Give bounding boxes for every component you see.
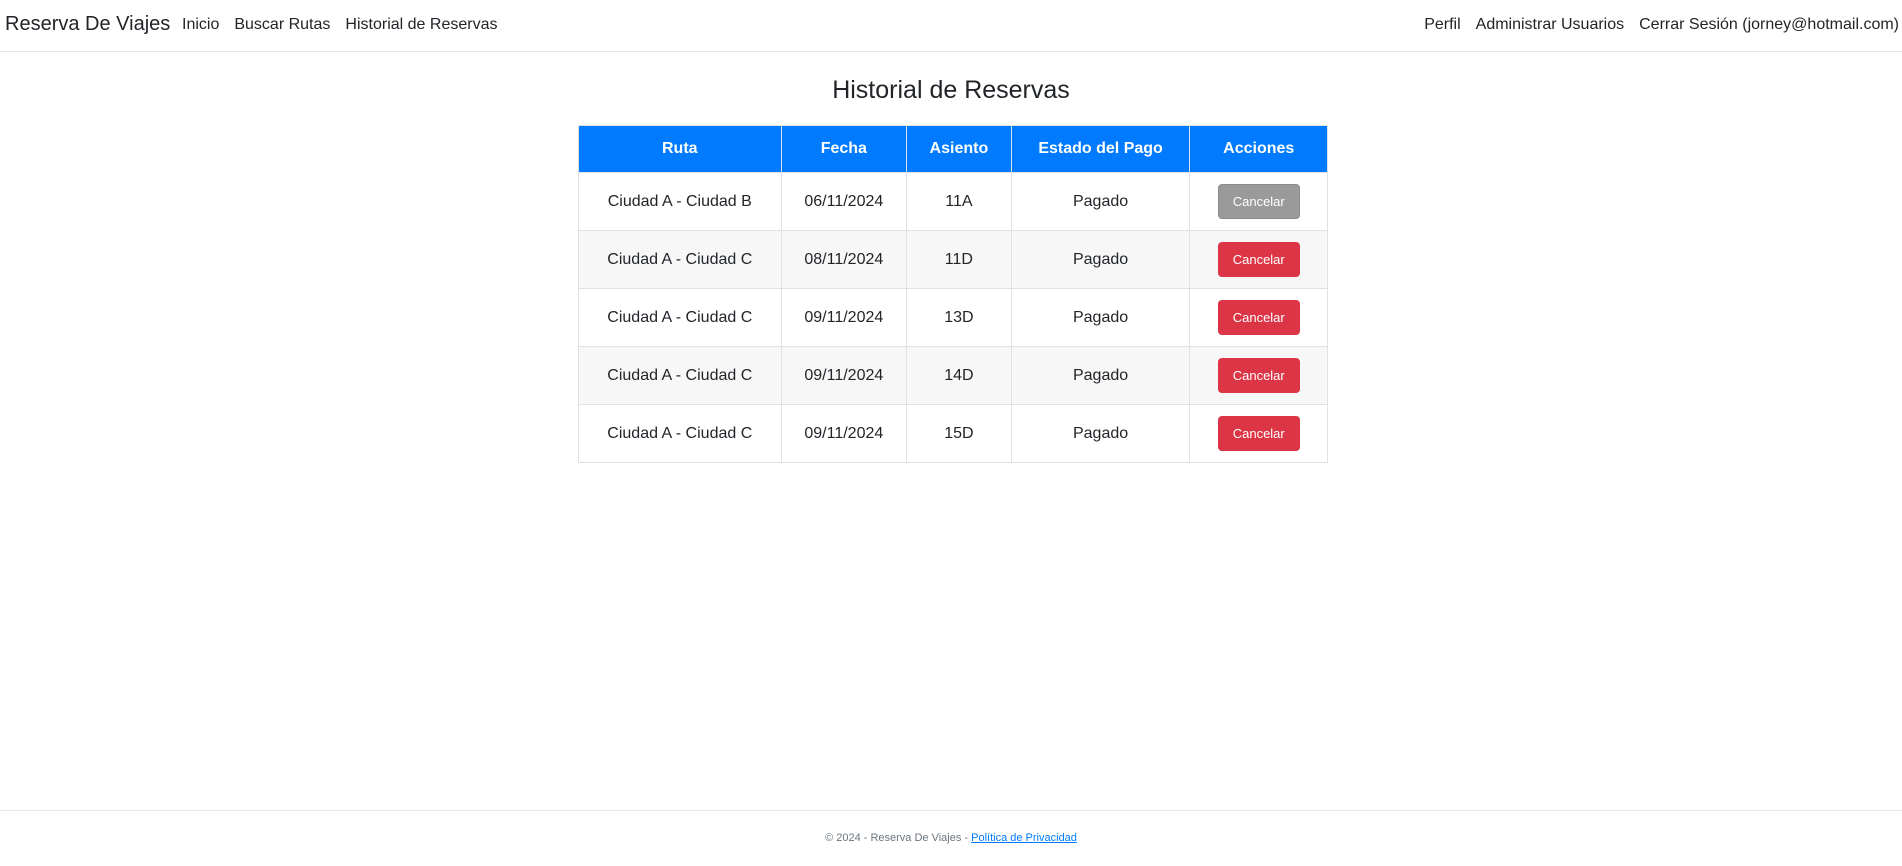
cell-acciones: Cancelar [1189,288,1328,347]
cell-acciones: Cancelar [1189,172,1328,231]
header-asiento: Asiento [906,125,1012,173]
cell-ruta: Ciudad A - Ciudad C [578,230,782,289]
cell-ruta: Ciudad A - Ciudad C [578,288,782,347]
table-row: Ciudad A - Ciudad C 09/11/2024 14D Pagad… [578,346,1328,405]
cell-asiento: 13D [906,288,1012,347]
footer-copyright: © 2024 - Reserva De Viajes - [825,832,972,844]
cell-estado: Pagado [1010,288,1191,347]
table-row: Ciudad A - Ciudad C 08/11/2024 11D Pagad… [578,230,1328,289]
nav-link-buscar-rutas[interactable]: Buscar Rutas [234,16,330,34]
cell-asiento: 11A [906,172,1012,231]
table-row: Ciudad A - Ciudad C 09/11/2024 15D Pagad… [578,404,1328,463]
nav-link-historial-reservas[interactable]: Historial de Reservas [345,16,497,34]
nav-link-inicio[interactable]: Inicio [182,16,219,34]
reservations-table: Ruta Fecha Asiento Estado del Pago Accio… [578,125,1328,463]
cell-estado: Pagado [1010,346,1191,405]
nav-right-links: Perfil Administrar Usuarios Cerrar Sesió… [1424,16,1899,34]
header-fecha: Fecha [780,125,908,173]
cell-ruta: Ciudad A - Ciudad C [578,346,782,405]
cancel-button[interactable]: Cancelar [1217,358,1300,393]
cell-acciones: Cancelar [1189,346,1328,405]
cell-fecha: 08/11/2024 [780,230,908,289]
page-footer: © 2024 - Reserva De Viajes - Política de… [0,810,1902,866]
header-acciones: Acciones [1189,125,1328,173]
cell-acciones: Cancelar [1189,230,1328,289]
nav-link-cerrar-sesion[interactable]: Cerrar Sesión (jorney@hotmail.com) [1639,16,1899,34]
nav-link-administrar-usuarios[interactable]: Administrar Usuarios [1476,16,1624,34]
cell-ruta: Ciudad A - Ciudad C [578,404,782,463]
cancel-button-disabled: Cancelar [1217,184,1300,219]
header-ruta: Ruta [578,125,782,173]
cell-estado: Pagado [1010,404,1191,463]
cell-acciones: Cancelar [1189,404,1328,463]
cancel-button[interactable]: Cancelar [1217,416,1300,451]
table-header-row: Ruta Fecha Asiento Estado del Pago Accio… [578,125,1328,173]
brand-link[interactable]: Reserva De Viajes [5,13,170,36]
nav-left-links: Inicio Buscar Rutas Historial de Reserva… [182,16,497,34]
nav-link-perfil[interactable]: Perfil [1424,16,1460,34]
cancel-button[interactable]: Cancelar [1217,300,1300,335]
cancel-button[interactable]: Cancelar [1217,242,1300,277]
cell-estado: Pagado [1010,172,1191,231]
cell-asiento: 15D [906,404,1012,463]
cell-fecha: 06/11/2024 [780,172,908,231]
table-row: Ciudad A - Ciudad B 06/11/2024 11A Pagad… [578,172,1328,231]
cell-asiento: 11D [906,230,1012,289]
page-title: Historial de Reservas [832,76,1070,104]
cell-estado: Pagado [1010,230,1191,289]
top-navbar: Reserva De Viajes Inicio Buscar Rutas Hi… [0,0,1902,52]
privacy-policy-link[interactable]: Política de Privacidad [971,832,1077,844]
table-row: Ciudad A - Ciudad C 09/11/2024 13D Pagad… [578,288,1328,347]
header-estado-pago: Estado del Pago [1010,125,1191,173]
cell-asiento: 14D [906,346,1012,405]
cell-ruta: Ciudad A - Ciudad B [578,172,782,231]
cell-fecha: 09/11/2024 [780,346,908,405]
cell-fecha: 09/11/2024 [780,288,908,347]
cell-fecha: 09/11/2024 [780,404,908,463]
